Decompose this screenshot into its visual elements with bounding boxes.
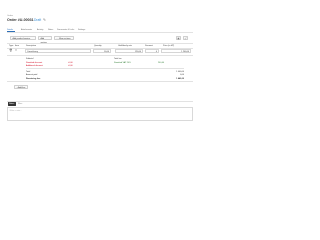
- comments-tab-files[interactable]: Files: [18, 103, 22, 105]
- summary-left-title: Subtotal: [26, 58, 34, 60]
- page-title: Order #U-00031: [7, 17, 34, 22]
- comments-tab-active[interactable]: Notes: [8, 102, 16, 106]
- grid-icon: ▦: [177, 37, 180, 40]
- remaining-due-value: 1 440,00: [176, 77, 184, 80]
- col-quantity: Quantity: [94, 45, 102, 47]
- add-product-button[interactable]: Add product/service: [10, 36, 36, 40]
- rate-field[interactable]: 120,00: [115, 49, 143, 53]
- amount-paid-value: 0,00: [180, 74, 184, 76]
- comments-tab-active-label: Notes: [9, 102, 15, 105]
- total-label: Total: [26, 70, 31, 73]
- discount-value: 0: [155, 50, 157, 53]
- description-field[interactable]: Consultancy: [25, 49, 91, 53]
- table-row[interactable]: 🗑 ⠿ Consultancy 10,00 120,00 0 1 200,00: [7, 48, 193, 54]
- discount-field[interactable]: 0: [145, 49, 159, 53]
- tab-activity[interactable]: Activity: [37, 29, 43, 31]
- fullscreen-button[interactable]: ⤢: [183, 35, 188, 40]
- quantity-field[interactable]: 10,00: [93, 49, 111, 53]
- col-discount: Discount: [145, 45, 153, 47]
- col-description: Description: [26, 45, 37, 47]
- remaining-due-label: Remaining due: [26, 77, 41, 80]
- col-type: Type: [9, 45, 14, 47]
- col-price: Price (in HT): [163, 45, 175, 47]
- summary-right-value-0: 240,00: [158, 61, 165, 64]
- col-rate: Unit/Hourly rate: [118, 45, 132, 47]
- view-button[interactable]: ▦: [176, 35, 181, 40]
- active-tab-underline: [7, 31, 15, 32]
- breadcrumb[interactable]: Orders: [7, 15, 13, 17]
- tab-attachments[interactable]: Attachments: [21, 29, 32, 31]
- add-line-button[interactable]: + Add line: [14, 85, 28, 89]
- amount-paid-label: Amount paid: [26, 74, 38, 76]
- quantity-value: 10,00: [103, 50, 109, 53]
- summary-right-title: Total tax: [114, 58, 122, 60]
- add-line-label: Add line: [18, 87, 26, 89]
- edit-pencil-icon[interactable]: ✎: [43, 18, 46, 23]
- expand-icon: ⤢: [184, 37, 187, 40]
- more-actions-label: More actions: [59, 38, 71, 40]
- price-value: 1 200,00: [181, 50, 189, 53]
- summary-left-value-1: -0,00: [68, 64, 73, 67]
- drag-handle-icon[interactable]: ⠿: [15, 49, 17, 52]
- note-placeholder: Write a note...: [9, 109, 22, 112]
- price-field[interactable]: 1 200,00: [161, 49, 191, 53]
- status-badge: Draft: [34, 17, 42, 22]
- tab-documents[interactable]: Documents & Links: [57, 29, 74, 31]
- summary-left-value-0: -0,00: [68, 61, 73, 64]
- description-value: Consultancy: [27, 50, 39, 53]
- add-section-button[interactable]: Add section: [38, 36, 52, 44]
- note-input[interactable]: Write a note...: [7, 107, 193, 121]
- tab-notes[interactable]: Notes: [48, 29, 53, 31]
- col-item: Item: [15, 45, 19, 47]
- trash-icon[interactable]: 🗑: [9, 49, 12, 53]
- tab-settings[interactable]: Settings: [78, 29, 85, 31]
- summary-right-label-0: Standard VAT 20%: [114, 61, 131, 64]
- rate-value: 120,00: [134, 50, 141, 53]
- total-value: 1 440,00: [176, 70, 184, 73]
- summary-left-label-1: Additional discount: [26, 64, 43, 67]
- summary-left-label-0: Standard discount: [26, 61, 43, 64]
- more-actions-button[interactable]: ⋯ More actions: [54, 36, 74, 40]
